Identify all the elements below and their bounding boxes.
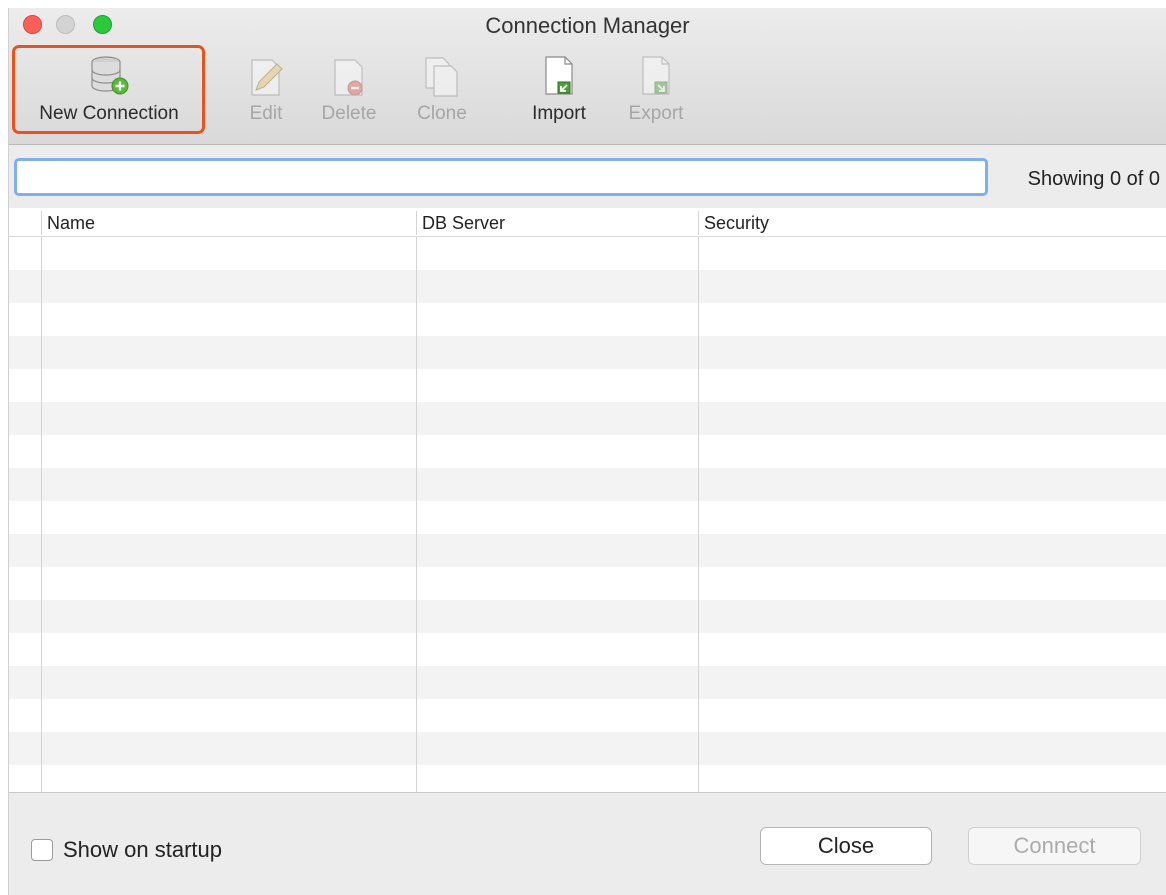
export-button[interactable]: Export [621, 52, 691, 132]
connections-table: Name DB Server Security [9, 208, 1166, 798]
close-button[interactable]: Close [760, 827, 932, 865]
table-row [9, 600, 1166, 633]
delete-label: Delete [321, 103, 377, 124]
table-row [9, 435, 1166, 468]
edit-label: Edit [249, 103, 283, 124]
footer-bar: Show on startup Close Connect [9, 792, 1166, 895]
table-row [9, 501, 1166, 534]
table-row [9, 336, 1166, 369]
column-divider [698, 237, 699, 792]
table-row [9, 699, 1166, 732]
clone-label: Clone [417, 103, 467, 124]
edit-icon [246, 52, 286, 98]
table-row [9, 666, 1166, 699]
table-row [9, 237, 1166, 270]
table-row [9, 732, 1166, 765]
clone-icon [422, 52, 462, 98]
table-header: Name DB Server Security [9, 208, 1166, 237]
export-icon [636, 52, 676, 98]
table-row [9, 303, 1166, 336]
edit-button[interactable]: Edit [241, 52, 291, 132]
table-row [9, 369, 1166, 402]
table-row [9, 468, 1166, 501]
table-row [9, 633, 1166, 666]
import-button[interactable]: Import [524, 52, 594, 132]
table-row [9, 534, 1166, 567]
show-on-startup-checkbox[interactable] [31, 839, 53, 861]
export-label: Export [628, 103, 684, 124]
import-label: Import [532, 103, 586, 124]
delete-icon [329, 52, 369, 98]
show-on-startup-option[interactable]: Show on startup [31, 837, 222, 863]
search-input[interactable] [14, 158, 988, 196]
column-header-db-server[interactable]: DB Server [416, 211, 698, 235]
column-header-security[interactable]: Security [698, 211, 1166, 235]
show-on-startup-label[interactable]: Show on startup [63, 837, 222, 863]
table-row [9, 270, 1166, 303]
connect-button[interactable]: Connect [968, 827, 1141, 865]
search-row: Showing 0 of 0 [9, 145, 1166, 208]
import-icon [539, 52, 579, 98]
column-header-name[interactable]: Name [41, 211, 416, 235]
new-connection-highlight [12, 45, 205, 134]
table-rows [9, 237, 1166, 798]
title-toolbar: Connection Manager New Connection Edit D… [9, 8, 1166, 145]
window-title: Connection Manager [485, 13, 690, 38]
column-divider [416, 237, 417, 792]
showing-count: Showing 0 of 0 [1027, 168, 1160, 190]
table-row [9, 402, 1166, 435]
connection-manager-window: Connection Manager New Connection Edit D… [8, 8, 1166, 895]
column-divider [41, 237, 42, 792]
table-row [9, 567, 1166, 600]
delete-button[interactable]: Delete [314, 52, 384, 132]
clone-button[interactable]: Clone [411, 52, 473, 132]
